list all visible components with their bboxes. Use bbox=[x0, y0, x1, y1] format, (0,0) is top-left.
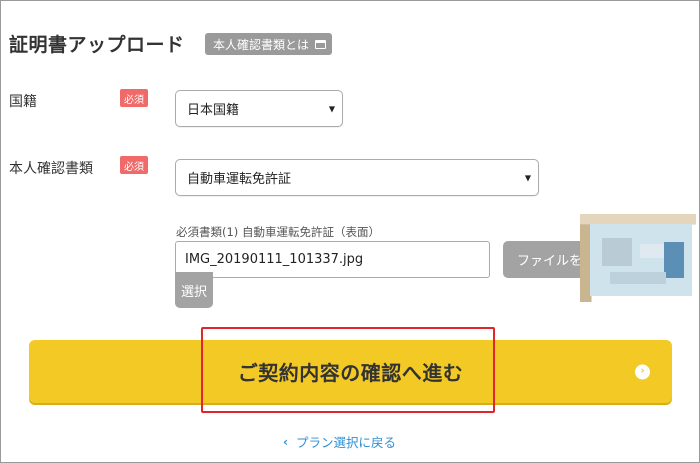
upload-caption: 必須書類(1) 自動車運転免許証（表面） bbox=[176, 225, 380, 239]
highlight-annotation bbox=[201, 327, 495, 413]
required-badge: 必須 bbox=[120, 89, 148, 107]
id-docs-info-label: 本人確認書類とは bbox=[213, 37, 310, 52]
id-docs-info-button[interactable]: 本人確認書類とは bbox=[205, 33, 333, 55]
id-document-selected-value: 自動車運転免許証 bbox=[187, 172, 292, 187]
chevron-left-icon: ‹ bbox=[283, 434, 288, 449]
window-icon bbox=[315, 39, 327, 49]
choose-file-label: ファイルを bbox=[517, 254, 583, 269]
id-document-label: 本人確認書類 bbox=[9, 161, 93, 177]
required-badge: 必須 bbox=[120, 156, 148, 174]
page-title: 証明書アップロード bbox=[9, 34, 185, 56]
choose-file-label-wrap: 選択 bbox=[180, 284, 207, 300]
arrow-circle-icon: › bbox=[635, 364, 650, 379]
dropdown-arrow-icon: ▼ bbox=[328, 104, 335, 113]
id-document-select[interactable]: 自動車運転免許証 ▼ bbox=[175, 159, 539, 196]
choose-file-button-wrap[interactable]: 選択 bbox=[175, 272, 213, 308]
nationality-selected-value: 日本国籍 bbox=[187, 103, 240, 118]
license-thumbnail bbox=[580, 214, 696, 302]
back-link-label: プラン選択に戻る bbox=[295, 435, 396, 450]
file-name-value: IMG_20190111_101337.jpg bbox=[185, 252, 364, 267]
nationality-select[interactable]: 日本国籍 ▼ bbox=[175, 90, 343, 127]
back-to-plan-link[interactable]: ‹ プラン選択に戻る bbox=[283, 432, 396, 451]
file-name-field[interactable]: IMG_20190111_101337.jpg bbox=[175, 241, 490, 278]
nationality-label: 国籍 bbox=[9, 94, 37, 110]
dropdown-arrow-icon: ▼ bbox=[524, 173, 531, 182]
